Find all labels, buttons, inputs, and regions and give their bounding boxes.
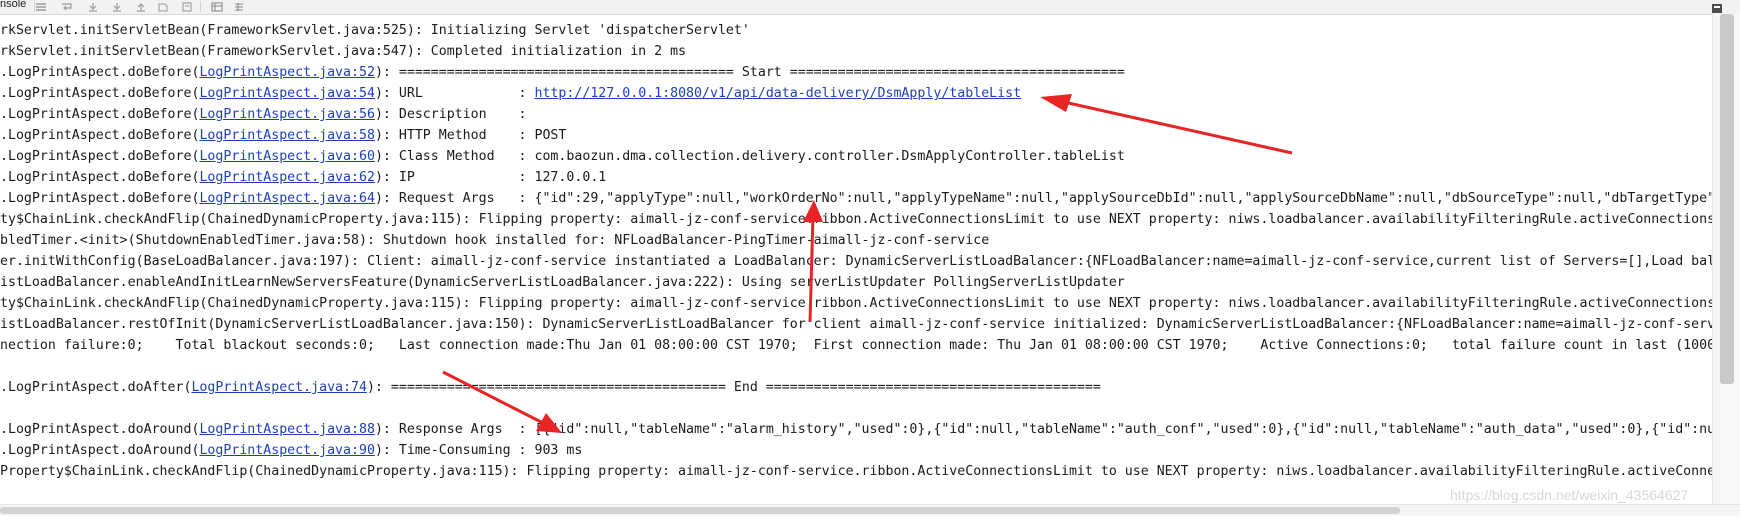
source-link[interactable]: LogPrintAspect.java:58 — [199, 128, 375, 143]
horizontal-scroll-thumb[interactable] — [0, 507, 1400, 514]
soft-wrap-icon[interactable] — [60, 0, 74, 13]
log-line: nection failure:0; Total blackout second… — [0, 335, 1712, 356]
console-tab[interactable]: nsole — [0, 0, 36, 12]
log-text: .LogPrintAspect.doBefore( — [0, 191, 200, 206]
log-text: istLoadBalancer.restOfInit(DynamicServer… — [0, 317, 1712, 332]
log-line: .LogPrintAspect.doAfter(LogPrintAspect.j… — [0, 377, 1101, 398]
log-line: .LogPrintAspect.doBefore(LogPrintAspect.… — [0, 146, 1125, 167]
log-text: .LogPrintAspect.doBefore( — [0, 86, 200, 101]
log-text: ): URL : — [374, 86, 535, 101]
print-icon[interactable] — [210, 0, 224, 13]
source-link[interactable]: LogPrintAspect.java:54 — [199, 86, 375, 101]
log-line: rkServlet.initServletBean(FrameworkServl… — [0, 20, 750, 41]
log-text: .LogPrintAspect.doAround( — [0, 422, 200, 437]
log-line: Property$ChainLink.checkAndFlip(ChainedD… — [0, 461, 1712, 482]
log-text: rkServlet.initServletBean(FrameworkServl… — [0, 23, 750, 38]
export-icon[interactable] — [134, 0, 148, 13]
vertical-scrollbar[interactable] — [1712, 14, 1740, 504]
log-text: ): Time-Consuming : 903 ms — [374, 443, 583, 458]
log-text: ): Class Method : com.baozun.dma.collect… — [374, 149, 1125, 164]
log-line: .LogPrintAspect.doBefore(LogPrintAspect.… — [0, 104, 527, 125]
source-link[interactable]: LogPrintAspect.java:74 — [191, 380, 367, 395]
horizontal-scrollbar[interactable] — [0, 504, 1740, 516]
source-link[interactable]: LogPrintAspect.java:52 — [199, 65, 375, 80]
log-text: .LogPrintAspect.doBefore( — [0, 170, 200, 185]
log-line: .LogPrintAspect.doBefore(LogPrintAspect.… — [0, 167, 606, 188]
log-text: ty$ChainLink.checkAndFlip(ChainedDynamic… — [0, 212, 1712, 227]
log-text: .LogPrintAspect.doAround( — [0, 443, 200, 458]
log-line: er.initWithConfig(BaseLoadBalancer.java:… — [0, 251, 1712, 272]
log-text: ): Description : — [374, 107, 527, 122]
log-text: nection failure:0; Total blackout second… — [0, 338, 1712, 353]
log-text: ): IP : 127.0.0.1 — [374, 170, 607, 185]
log-line: .LogPrintAspect.doBefore(LogPrintAspect.… — [0, 62, 1125, 83]
log-line: rkServlet.initServletBean(FrameworkServl… — [0, 41, 686, 62]
log-text: ): =====================================… — [374, 65, 1125, 80]
log-text: bledTimer.<init>(ShutdownEnabledTimer.ja… — [0, 233, 990, 248]
console-output[interactable]: rkServlet.initServletBean(FrameworkServl… — [0, 14, 1712, 504]
settings-icon[interactable] — [180, 0, 194, 13]
log-text: Property$ChainLink.checkAndFlip(ChainedD… — [0, 464, 1712, 479]
log-text: .LogPrintAspect.doAfter( — [0, 380, 192, 395]
log-line: istLoadBalancer.restOfInit(DynamicServer… — [0, 314, 1712, 335]
log-line: .LogPrintAspect.doBefore(LogPrintAspect.… — [0, 188, 1712, 209]
source-link[interactable]: LogPrintAspect.java:64 — [199, 191, 375, 206]
source-link[interactable]: LogPrintAspect.java:62 — [199, 170, 375, 185]
source-link[interactable]: LogPrintAspect.java:60 — [199, 149, 375, 164]
import-icon[interactable] — [110, 0, 124, 13]
log-line: .LogPrintAspect.doBefore(LogPrintAspect.… — [0, 83, 1021, 104]
layout-icon[interactable] — [232, 0, 246, 13]
menu-icon[interactable] — [34, 0, 48, 13]
log-line: istLoadBalancer.enableAndInitLearnNewSer… — [0, 272, 1125, 293]
clear-icon[interactable] — [156, 0, 170, 13]
source-link[interactable]: LogPrintAspect.java:88 — [199, 422, 375, 437]
log-line: ty$ChainLink.checkAndFlip(ChainedDynamic… — [0, 209, 1712, 230]
source-link[interactable]: LogPrintAspect.java:90 — [199, 443, 375, 458]
toolbar-divider — [200, 1, 201, 12]
log-line: .LogPrintAspect.doAround(LogPrintAspect.… — [0, 440, 582, 461]
log-text: ty$ChainLink.checkAndFlip(ChainedDynamic… — [0, 296, 1712, 311]
source-link[interactable]: LogPrintAspect.java:56 — [199, 107, 375, 122]
log-text: .LogPrintAspect.doBefore( — [0, 107, 200, 122]
console-toolbar: nsole — [0, 0, 1740, 15]
source-link[interactable]: http://127.0.0.1:8080/v1/api/data-delive… — [534, 86, 1021, 101]
log-text: .LogPrintAspect.doBefore( — [0, 149, 200, 164]
panel-options-icon[interactable] — [1710, 0, 1726, 13]
scroll-to-end-icon[interactable] — [86, 0, 100, 13]
log-text: .LogPrintAspect.doBefore( — [0, 65, 200, 80]
log-line: ty$ChainLink.checkAndFlip(ChainedDynamic… — [0, 293, 1712, 314]
vertical-scroll-thumb[interactable] — [1720, 14, 1734, 384]
log-text: istLoadBalancer.enableAndInitLearnNewSer… — [0, 275, 1125, 290]
log-text: ): =====================================… — [366, 380, 1101, 395]
log-text: rkServlet.initServletBean(FrameworkServl… — [0, 44, 687, 59]
log-text: er.initWithConfig(BaseLoadBalancer.java:… — [0, 254, 1712, 269]
watermark: https://blog.csdn.net/weixin_43564627 — [1450, 487, 1689, 503]
log-text: ): Request Args : {"id":29,"applyType":n… — [374, 191, 1712, 206]
log-text: ): HTTP Method : POST — [374, 128, 567, 143]
log-text: ): Response Args : [{"id":null,"tableNam… — [374, 422, 1712, 437]
log-line: bledTimer.<init>(ShutdownEnabledTimer.ja… — [0, 230, 989, 251]
log-text: .LogPrintAspect.doBefore( — [0, 128, 200, 143]
log-line: .LogPrintAspect.doBefore(LogPrintAspect.… — [0, 125, 566, 146]
log-line: .LogPrintAspect.doAround(LogPrintAspect.… — [0, 419, 1712, 440]
